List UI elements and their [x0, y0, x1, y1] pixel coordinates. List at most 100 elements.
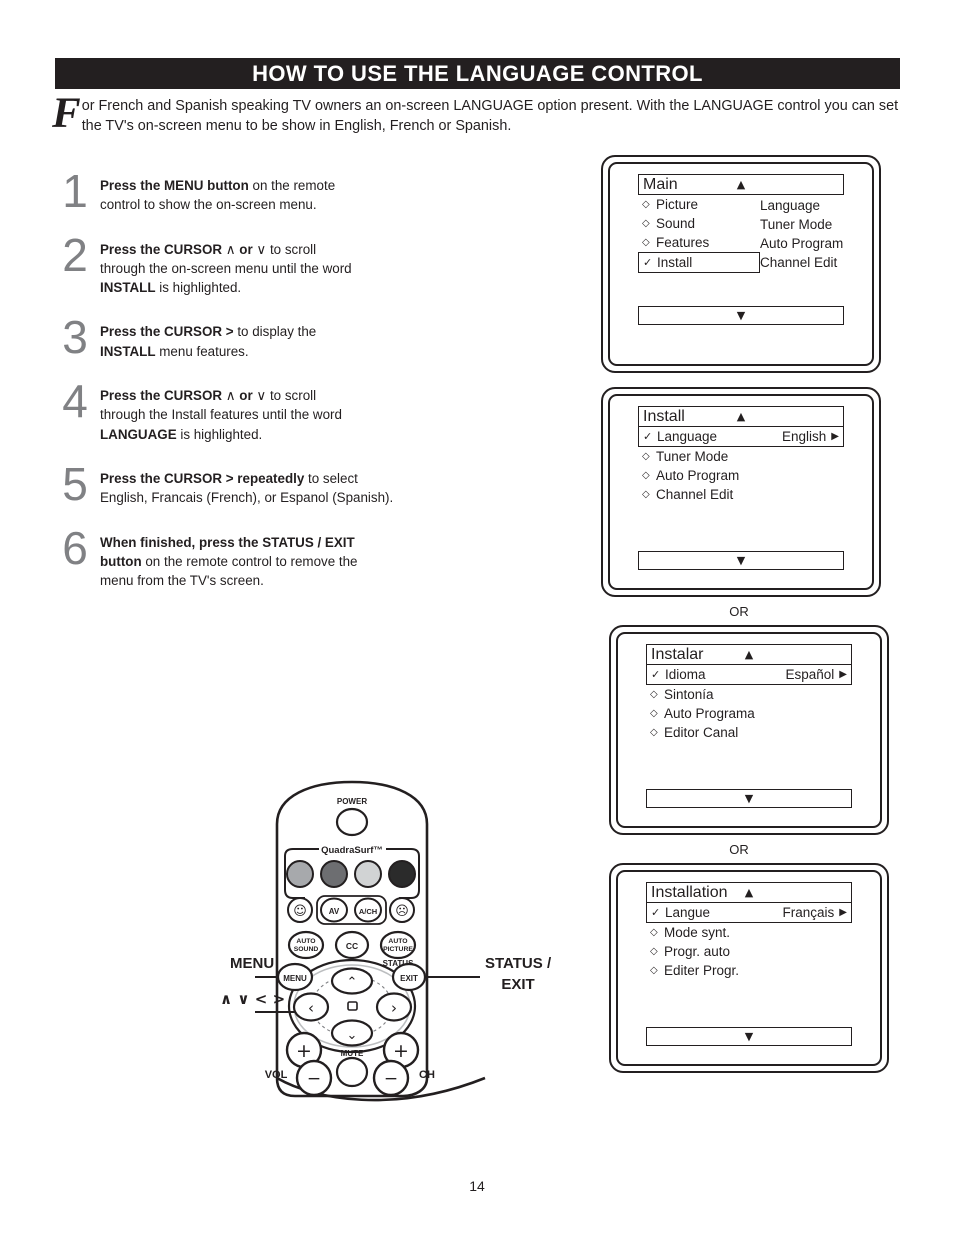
osd-item-features[interactable]: ◇ Features [638, 233, 760, 252]
osd-main-right-column: Language Tuner Mode Auto Program Channel Ed… [760, 195, 844, 273]
osd-item[interactable]: ◇ Tuner Mode [638, 447, 844, 466]
step-text-line: INSTALL menu features. [100, 343, 249, 359]
auto-picture-label-line1: AUTO [388, 938, 407, 945]
quadrasurf-button-1[interactable] [286, 860, 314, 888]
chevron-right-icon[interactable]: ▶ [839, 669, 847, 680]
osd-item[interactable]: ◇ Editer Progr. [646, 961, 852, 980]
auto-sound-label-line2: SOUND [294, 946, 319, 953]
osd-install-fr: Installation ▲ ✓ Langue Français ▶ ◇ Mode… [646, 882, 852, 1046]
power-label: POWER [337, 797, 367, 806]
chevron-right-icon[interactable]: ▶ [839, 907, 847, 918]
quadrasurf-button-2[interactable] [320, 860, 348, 888]
osd-install-en: Install ▲ ✓ Language English ▶ ◇ Tuner Mo… [638, 406, 844, 570]
osd-item[interactable]: ◇ Sintonía [646, 685, 852, 704]
step-text-line: Press the CURSOR > repeatedly to select [100, 470, 358, 486]
check-icon: ✓ [643, 256, 653, 269]
osd-item-install[interactable]: ✓ Install [638, 252, 760, 273]
step-text: Press the CURSOR > to display the INSTALL… [100, 314, 520, 361]
scroll-down-icon: ▼ [744, 1029, 754, 1043]
osd-item-language-selected[interactable]: ✓ Language English ▶ [638, 425, 844, 447]
check-icon: ✓ [651, 667, 661, 681]
power-button[interactable] [335, 807, 369, 837]
callout-cursor: ∧ ∨ < > [220, 990, 286, 1008]
minus-icon: − [307, 1069, 321, 1089]
step-number: 5 [62, 457, 88, 510]
diamond-icon: ◇ [650, 726, 658, 738]
vol-label: VOL [265, 1069, 288, 1081]
osd-submenu-label: Tuner Mode [760, 217, 833, 232]
osd-item[interactable]: ◇ Auto Program [638, 466, 844, 485]
step-text-line: Press the CURSOR > to display the [100, 324, 317, 340]
osd-main-columns: ◇ Picture ◇ Sound ◇ Features ✓ Install Language… [638, 195, 844, 273]
step-text-line: English, Francais (French), or Espanol (… [100, 490, 394, 506]
step-item: 1 Press the MENU button on the remote cont… [50, 168, 520, 215]
auto-picture-button[interactable] [379, 930, 417, 960]
scroll-down-bar[interactable]: ▼ [646, 788, 852, 808]
osd-install-en-items: ◇ Tuner Mode ◇ Auto Program ◇ Channel Edit [638, 447, 844, 504]
scroll-down-bar[interactable]: ▼ [638, 550, 844, 570]
osd-install-fr-items: ◇ Mode synt. ◇ Progr. auto ◇ Editer Progr. [646, 923, 852, 980]
osd-item-label: Auto Program [656, 467, 740, 483]
scroll-down-bar[interactable]: ▼ [638, 306, 844, 325]
scroll-down-icon: ▼ [744, 791, 754, 805]
osd-item-value: Français [782, 904, 835, 920]
step-text-line: When finished, press the STATUS / EXIT [100, 534, 355, 550]
osd-header-install-en: Install ▲ [638, 406, 844, 427]
osd-submenu-label: Language [760, 198, 821, 213]
step-item: 2 Press the CURSOR ∧ or ∨ to scroll throug… [50, 232, 520, 298]
check-icon: ✓ [643, 429, 653, 443]
quadrasurf-button-3[interactable] [354, 860, 382, 888]
chevron-down-icon: ⌄ [347, 1028, 358, 1043]
osd-item[interactable]: ◇ Editor Canal [646, 723, 852, 742]
osd-item-label: Sound [656, 216, 696, 231]
plus-icon: + [393, 1040, 409, 1062]
osd-item-label: Sintonía [664, 686, 714, 702]
step-item: 5 Press the CURSOR > repeatedly to select… [50, 461, 520, 508]
quadrasurf-button-4[interactable] [388, 860, 416, 888]
osd-item-sound[interactable]: ◇ Sound [638, 214, 760, 233]
osd-item[interactable]: ◇ Channel Edit [638, 485, 844, 504]
frown-icon: ☹ [395, 904, 409, 919]
osd-item-label: Mode synt. [664, 924, 731, 940]
step-number: 6 [62, 521, 88, 574]
osd-item[interactable]: ◇ Mode synt. [646, 923, 852, 942]
plus-icon: + [296, 1040, 312, 1062]
intro-dropcap: F [52, 90, 81, 137]
cc-label: CC [346, 941, 358, 951]
osd-item-label: Features [656, 235, 710, 250]
osd-item-langue-selected[interactable]: ✓ Langue Français ▶ [646, 901, 852, 923]
ch-label: CH [419, 1069, 435, 1081]
chevron-right-icon: › [391, 999, 397, 1017]
osd-item[interactable]: ◇ Auto Programa [646, 704, 852, 723]
diamond-icon: ◇ [650, 707, 658, 719]
scroll-up-icon[interactable]: ▲ [647, 883, 851, 902]
osd-item-idioma-selected[interactable]: ✓ Idioma Español ▶ [646, 663, 852, 685]
scroll-down-bar[interactable]: ▼ [646, 1026, 852, 1046]
scroll-up-icon[interactable]: ▲ [639, 407, 843, 426]
osd-item[interactable]: ◇ Progr. auto [646, 942, 852, 961]
callout-status-exit: STATUS / EXIT [485, 953, 551, 995]
step-text: Press the CURSOR ∧ or ∨ to scroll through… [100, 232, 520, 298]
or-separator-2: OR [729, 842, 749, 857]
step-text-line: Press the MENU button on the remote [100, 178, 336, 193]
osd-item-label: Langue [665, 904, 711, 920]
step-text-line: Press the CURSOR ∧ or ∨ to scroll [100, 388, 317, 404]
diamond-icon: ◇ [642, 218, 650, 229]
chevron-up-icon: ⌃ [347, 975, 358, 990]
auto-sound-button[interactable] [287, 930, 325, 960]
step-text: Press the MENU button on the remote contr… [100, 168, 520, 215]
osd-item-picture[interactable]: ◇ Picture [638, 195, 760, 214]
osd-item-label: Channel Edit [656, 486, 734, 502]
callout-status-line1: STATUS / [485, 955, 552, 972]
tv-screen-install-french: Installation ▲ ✓ Langue Français ▶ ◇ Mode… [609, 863, 889, 1073]
mute-button[interactable] [335, 1056, 369, 1088]
scroll-up-icon[interactable]: ▲ [647, 645, 851, 664]
osd-install-es-items: ◇ Sintonía ◇ Auto Programa ◇ Editor Canal [646, 685, 852, 742]
tv-screen-install-spanish: Instalar ▲ ✓ Idioma Español ▶ ◇ Sintonía ◇… [609, 625, 889, 835]
step-number: 3 [62, 311, 88, 364]
tv-screen-install-english: Install ▲ ✓ Language English ▶ ◇ Tuner Mo… [601, 387, 881, 597]
quadrasurf-label: QuadraSurf™ [321, 845, 383, 856]
chevron-right-icon[interactable]: ▶ [831, 431, 839, 442]
step-number: 2 [62, 228, 88, 281]
scroll-up-icon[interactable]: ▲ [639, 175, 843, 194]
